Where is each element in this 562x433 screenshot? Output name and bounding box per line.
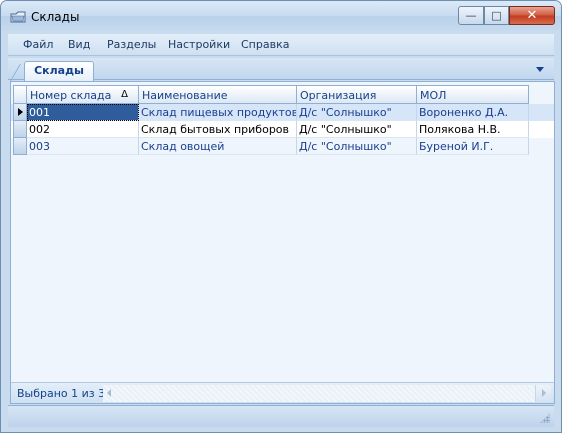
table-row[interactable]: 003 Склад овощей Д/с "Солнышко" Буреной … — [11, 138, 554, 155]
cell-organization[interactable]: Д/с "Солнышко" — [297, 104, 417, 121]
menu-bar: Файл Вид Разделы Настройки Справка — [8, 34, 554, 56]
header-indicator-cell — [13, 85, 27, 104]
sort-ascending-icon: Δ — [121, 89, 128, 100]
row-indicator[interactable] — [13, 138, 27, 155]
grid-footer: Выбрано 1 из 3 — [11, 382, 554, 403]
menu-view[interactable]: Вид — [68, 38, 90, 51]
menu-file[interactable]: Файл — [23, 38, 53, 51]
grid-header: Номер склада Δ Наименование Организация … — [11, 85, 554, 104]
close-icon: ✕ — [526, 8, 538, 23]
cell-mol[interactable]: Вороненко Д.А. — [417, 104, 529, 121]
title-bar[interactable]: Склады — □ ✕ — [1, 1, 561, 31]
cell-organization[interactable]: Д/с "Солнышко" — [297, 138, 417, 155]
cell-mol[interactable]: Буреной И.Г. — [417, 138, 529, 155]
tab-strip: Склады — [8, 58, 554, 81]
cell-name[interactable]: Склад бытовых приборов — [139, 121, 297, 138]
horizontal-scrollbar[interactable] — [103, 385, 551, 402]
column-header-mol[interactable]: МОЛ — [417, 85, 529, 104]
selection-count: Выбрано 1 из 3 — [17, 387, 106, 400]
column-header-number[interactable]: Номер склада Δ — [27, 85, 139, 104]
maximize-icon: □ — [491, 9, 502, 22]
cell-name[interactable]: Склад пищевых продуктов — [139, 104, 297, 121]
column-header-label: Номер склада — [30, 89, 112, 102]
row-indicator[interactable] — [13, 121, 27, 138]
row-indicator[interactable] — [13, 104, 27, 121]
menu-help[interactable]: Справка — [241, 38, 289, 51]
menu-settings[interactable]: Настройки — [168, 38, 230, 51]
scroll-left-icon[interactable] — [107, 389, 111, 397]
main-window: Склады — □ ✕ Файл Вид Разделы Настройки … — [0, 0, 562, 433]
column-header-organization[interactable]: Организация — [297, 85, 417, 104]
tab-warehouses[interactable]: Склады — [24, 61, 94, 81]
row-pointer-icon — [18, 108, 23, 116]
cell-number[interactable]: 001 — [27, 104, 139, 121]
minimize-icon: — — [465, 9, 477, 22]
table-row[interactable]: 001 Склад пищевых продуктов Д/с "Солнышк… — [11, 104, 554, 121]
chevron-down-icon[interactable] — [536, 67, 544, 72]
menu-sections[interactable]: Разделы — [107, 38, 156, 51]
resize-grip-icon[interactable] — [540, 413, 550, 423]
status-bar — [8, 405, 554, 427]
close-button[interactable]: ✕ — [509, 6, 555, 25]
table-row[interactable]: 002 Склад бытовых приборов Д/с "Солнышко… — [11, 121, 554, 138]
minimize-button[interactable]: — — [458, 6, 484, 25]
cell-number[interactable]: 002 — [27, 121, 139, 138]
column-header-name[interactable]: Наименование — [139, 85, 297, 104]
cell-number[interactable]: 003 — [27, 138, 139, 155]
app-folder-icon — [10, 11, 26, 23]
grid-panel: Номер склада Δ Наименование Организация … — [10, 81, 555, 404]
cell-name[interactable]: Склад овощей — [139, 138, 297, 155]
maximize-button[interactable]: □ — [484, 6, 509, 25]
cell-mol[interactable]: Полякова Н.В. — [417, 121, 529, 138]
cell-organization[interactable]: Д/с "Солнышко" — [297, 121, 417, 138]
scroll-right-button[interactable] — [535, 385, 551, 402]
window-title: Склады — [31, 10, 80, 24]
